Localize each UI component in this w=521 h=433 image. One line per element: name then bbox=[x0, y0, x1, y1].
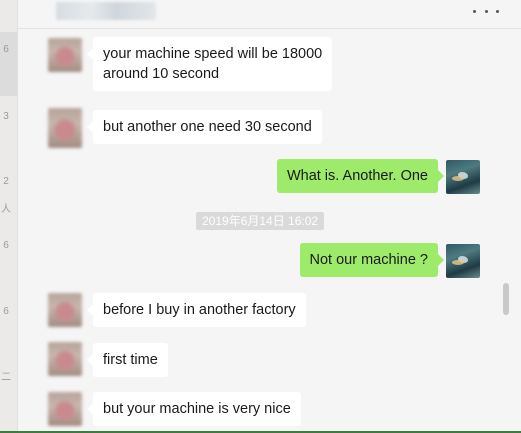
edge-mark: 3 bbox=[3, 111, 9, 122]
message-line: What is. Another. One bbox=[286, 168, 428, 184]
edge-mark: 人 bbox=[1, 204, 11, 215]
more-dot bbox=[484, 9, 488, 13]
message-bubble-outgoing[interactable]: Not our machine ? bbox=[299, 243, 445, 277]
more-dot bbox=[496, 9, 499, 13]
more-horizontal-icon[interactable] bbox=[473, 2, 499, 20]
edge-mark: 二 bbox=[1, 372, 11, 383]
more-dot bbox=[473, 9, 476, 13]
message-bubble-incoming[interactable]: first time bbox=[87, 343, 168, 377]
contact-name-blurred bbox=[56, 2, 156, 20]
message-line: around 10 second bbox=[103, 66, 220, 82]
message-line: first time bbox=[103, 352, 158, 368]
contact-avatar[interactable] bbox=[48, 342, 82, 376]
edge-mark: 6 bbox=[3, 306, 9, 317]
conversation-list-edge: 6 3 2 人 6 6 二 bbox=[0, 0, 18, 433]
message-list[interactable]: your machine speed will be 18000 around … bbox=[18, 29, 498, 433]
edge-mark: 6 bbox=[3, 240, 9, 251]
avatar-detail bbox=[452, 176, 464, 181]
my-avatar[interactable] bbox=[446, 160, 480, 194]
contact-avatar[interactable] bbox=[48, 108, 82, 148]
contact-avatar[interactable] bbox=[48, 38, 82, 72]
message-timestamp: 2019年6月14日 16:02 bbox=[196, 212, 325, 230]
message-line: but your machine is very nice bbox=[103, 401, 291, 417]
message-bubble-incoming[interactable]: your machine speed will be 18000 around … bbox=[86, 37, 333, 91]
avatar-detail bbox=[452, 260, 464, 265]
edge-mark: 2 bbox=[3, 176, 9, 187]
message-bubble-incoming[interactable]: before I buy in another factory bbox=[87, 293, 306, 327]
message-bubble-incoming[interactable]: but your machine is very nice bbox=[87, 392, 301, 426]
my-avatar[interactable] bbox=[446, 244, 480, 278]
contact-avatar[interactable] bbox=[48, 392, 82, 426]
edge-mark: 6 bbox=[3, 44, 9, 55]
message-line: your machine speed will be 18000 bbox=[103, 46, 323, 62]
chat-header bbox=[18, 0, 521, 29]
message-line: but another one need 30 second bbox=[103, 119, 312, 135]
message-bubble-outgoing[interactable]: What is. Another. One bbox=[276, 159, 445, 193]
message-bubble-incoming[interactable]: but another one need 30 second bbox=[87, 110, 322, 144]
message-line: before I buy in another factory bbox=[103, 302, 296, 318]
chat-window: 6 3 2 人 6 6 二 your machine speed will be… bbox=[0, 0, 521, 433]
contact-avatar[interactable] bbox=[48, 293, 82, 327]
scrollbar-thumb[interactable] bbox=[503, 283, 509, 315]
message-line: Not our machine ? bbox=[309, 252, 428, 268]
selected-conversation-edge[interactable] bbox=[0, 32, 17, 96]
